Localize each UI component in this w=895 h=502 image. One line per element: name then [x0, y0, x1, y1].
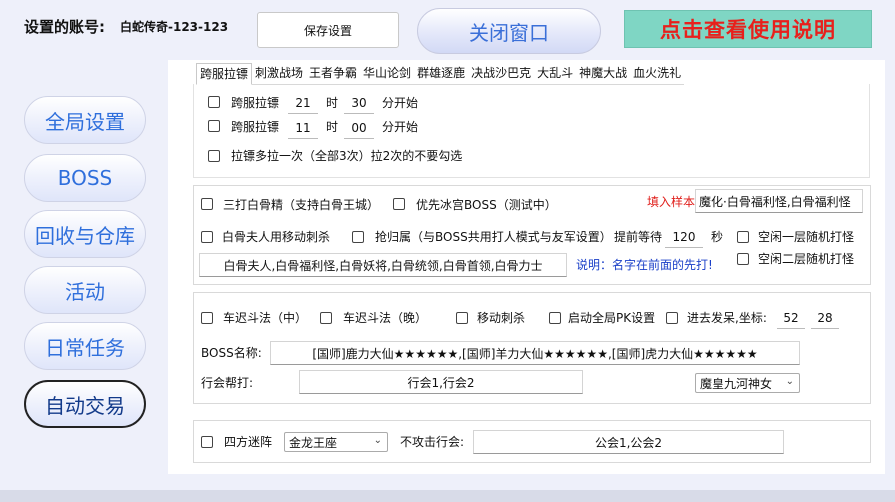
- guild-assist-label: 行会帮打:: [201, 376, 254, 390]
- idle-coord-checkbox[interactable]: [666, 312, 678, 324]
- tab-shabak[interactable]: 决战沙巴克: [468, 63, 535, 85]
- move-kill-label: 移动刺杀: [477, 311, 526, 325]
- escort-row1-label: 跨服拉镖: [231, 96, 280, 110]
- tab-blood-fire[interactable]: 血火洗礼: [630, 63, 685, 85]
- account-label: 设置的账号:: [24, 18, 105, 36]
- boss-name-input[interactable]: [国师]鹿力大仙★★★★★★,[国师]羊力大仙★★★★★★,[国师]虎力大仙★★…: [270, 341, 800, 365]
- server-select-value: 魔皇九河神女: [700, 376, 773, 391]
- ice-palace-label: 优先冰宫BOSS（测试中）: [416, 198, 557, 212]
- coord-y-input[interactable]: 28: [811, 307, 839, 329]
- no-attack-guild-label: 不攻击行会:: [400, 435, 465, 449]
- maze-label: 四方迷阵: [224, 435, 273, 449]
- escort-row2-minute-unit: 分开始: [382, 120, 419, 134]
- wait-seconds-input[interactable]: 120: [665, 226, 703, 248]
- no-attack-guild-input[interactable]: 公会1,公会2: [473, 430, 784, 454]
- guild-assist-input[interactable]: 行会1,行会2: [299, 370, 583, 394]
- sidebar-item-auto-trade[interactable]: 自动交易: [24, 380, 146, 428]
- lady-move-kill-checkbox[interactable]: [201, 231, 213, 243]
- help-instructions-button[interactable]: 点击查看使用说明: [624, 10, 872, 48]
- bone-triple-checkbox[interactable]: [201, 198, 213, 210]
- grab-ownership-checkbox[interactable]: [352, 231, 364, 243]
- idle-floor1-checkbox[interactable]: [737, 231, 749, 243]
- sidebar-item-recycle-warehouse[interactable]: 回收与仓库: [24, 210, 146, 258]
- account-name: 白蛇传奇-123-123: [120, 20, 229, 34]
- global-pk-label: 启动全局PK设置: [568, 311, 656, 325]
- wait-label: 提前等待: [614, 230, 663, 244]
- grab-ownership-label: 抢归属（与BOSS共用打人模式与友军设置）: [375, 230, 612, 244]
- tab-melee[interactable]: 大乱斗: [534, 63, 577, 85]
- escort-row2-hour-unit: 时: [326, 120, 339, 134]
- bone-priority-note: 说明：名字在前面的先打!: [576, 258, 713, 272]
- bottom-bar: [0, 490, 895, 502]
- idle-coord-label: 进去发呆,坐标:: [687, 311, 767, 325]
- sample-label: 填入样本: [647, 195, 696, 209]
- seat-select[interactable]: 金龙王座 ⌄: [284, 432, 388, 452]
- sidebar-item-boss[interactable]: BOSS: [24, 154, 146, 202]
- sample-input[interactable]: 魔化·白骨福利怪,白骨福利怪: [695, 189, 863, 213]
- close-window-button[interactable]: 关闭窗口: [417, 8, 601, 54]
- sidebar-item-daily-tasks[interactable]: 日常任务: [24, 322, 146, 370]
- chechi-mid-checkbox[interactable]: [201, 312, 213, 324]
- maze-checkbox[interactable]: [201, 436, 213, 448]
- chevron-down-icon: ⌄: [373, 435, 382, 446]
- escort-row1-minute-unit: 分开始: [382, 96, 419, 110]
- bone-target-list-input[interactable]: 白骨夫人,白骨福利怪,白骨妖将,白骨统领,白骨首领,白骨力士: [199, 253, 567, 277]
- save-settings-button[interactable]: 保存设置: [257, 12, 399, 48]
- escort-row1-checkbox[interactable]: [208, 96, 220, 108]
- tab-god-demon[interactable]: 神魔大战: [576, 63, 631, 85]
- chechi-night-label: 车迟斗法（晚）: [343, 311, 428, 325]
- boss-name-label: BOSS名称:: [201, 346, 262, 360]
- escort-row1-hour-unit: 时: [326, 96, 339, 110]
- tab-huashan[interactable]: 华山论剑: [360, 63, 415, 85]
- escort-row2-hour[interactable]: 11: [288, 117, 318, 139]
- escort-extra-label: 拉镖多拉一次（全部3次）拉2次的不要勾选: [231, 149, 463, 163]
- tab-battlefield[interactable]: 刺激战场: [252, 63, 307, 85]
- seat-select-value: 金龙王座: [289, 435, 338, 450]
- sidebar-item-global-settings[interactable]: 全局设置: [24, 96, 146, 144]
- escort-row2-minute[interactable]: 00: [344, 117, 374, 139]
- sidebar: 全局设置 BOSS 回收与仓库 活动 日常任务 自动交易: [18, 92, 150, 438]
- server-select[interactable]: 魔皇九河神女 ⌄: [695, 373, 800, 393]
- chechi-night-checkbox[interactable]: [320, 312, 332, 324]
- wait-unit: 秒: [711, 230, 724, 244]
- activity-tabs: 跨服拉镖 刺激战场 王者争霸 华山论剑 群雄逐鹿 决战沙巴克 大乱斗 神魔大战 …: [196, 63, 685, 85]
- lady-move-kill-label: 白骨夫人用移动刺杀: [222, 230, 331, 244]
- escort-row1-minute[interactable]: 30: [344, 92, 374, 114]
- escort-extra-checkbox[interactable]: [208, 150, 220, 162]
- idle-floor2-label: 空闲二层随机打怪: [758, 252, 855, 266]
- coord-x-input[interactable]: 52: [777, 307, 805, 329]
- sidebar-item-activity[interactable]: 活动: [24, 266, 146, 314]
- global-pk-checkbox[interactable]: [549, 312, 561, 324]
- tab-king-contest[interactable]: 王者争霸: [306, 63, 361, 85]
- escort-row2-label: 跨服拉镖: [231, 120, 280, 134]
- idle-floor2-checkbox[interactable]: [737, 253, 749, 265]
- chevron-down-icon: ⌄: [785, 376, 794, 387]
- chechi-mid-label: 车迟斗法（中）: [223, 311, 308, 325]
- idle-floor1-label: 空闲一层随机打怪: [758, 230, 855, 244]
- tab-cross-escort[interactable]: 跨服拉镖: [196, 63, 253, 85]
- bone-triple-label: 三打白骨精（支持白骨王城）: [223, 198, 380, 212]
- escort-row1-hour[interactable]: 21: [288, 92, 318, 114]
- escort-row2-checkbox[interactable]: [208, 120, 220, 132]
- move-kill-checkbox[interactable]: [456, 312, 468, 324]
- tab-heroes[interactable]: 群雄逐鹿: [414, 63, 469, 85]
- ice-palace-checkbox[interactable]: [393, 198, 405, 210]
